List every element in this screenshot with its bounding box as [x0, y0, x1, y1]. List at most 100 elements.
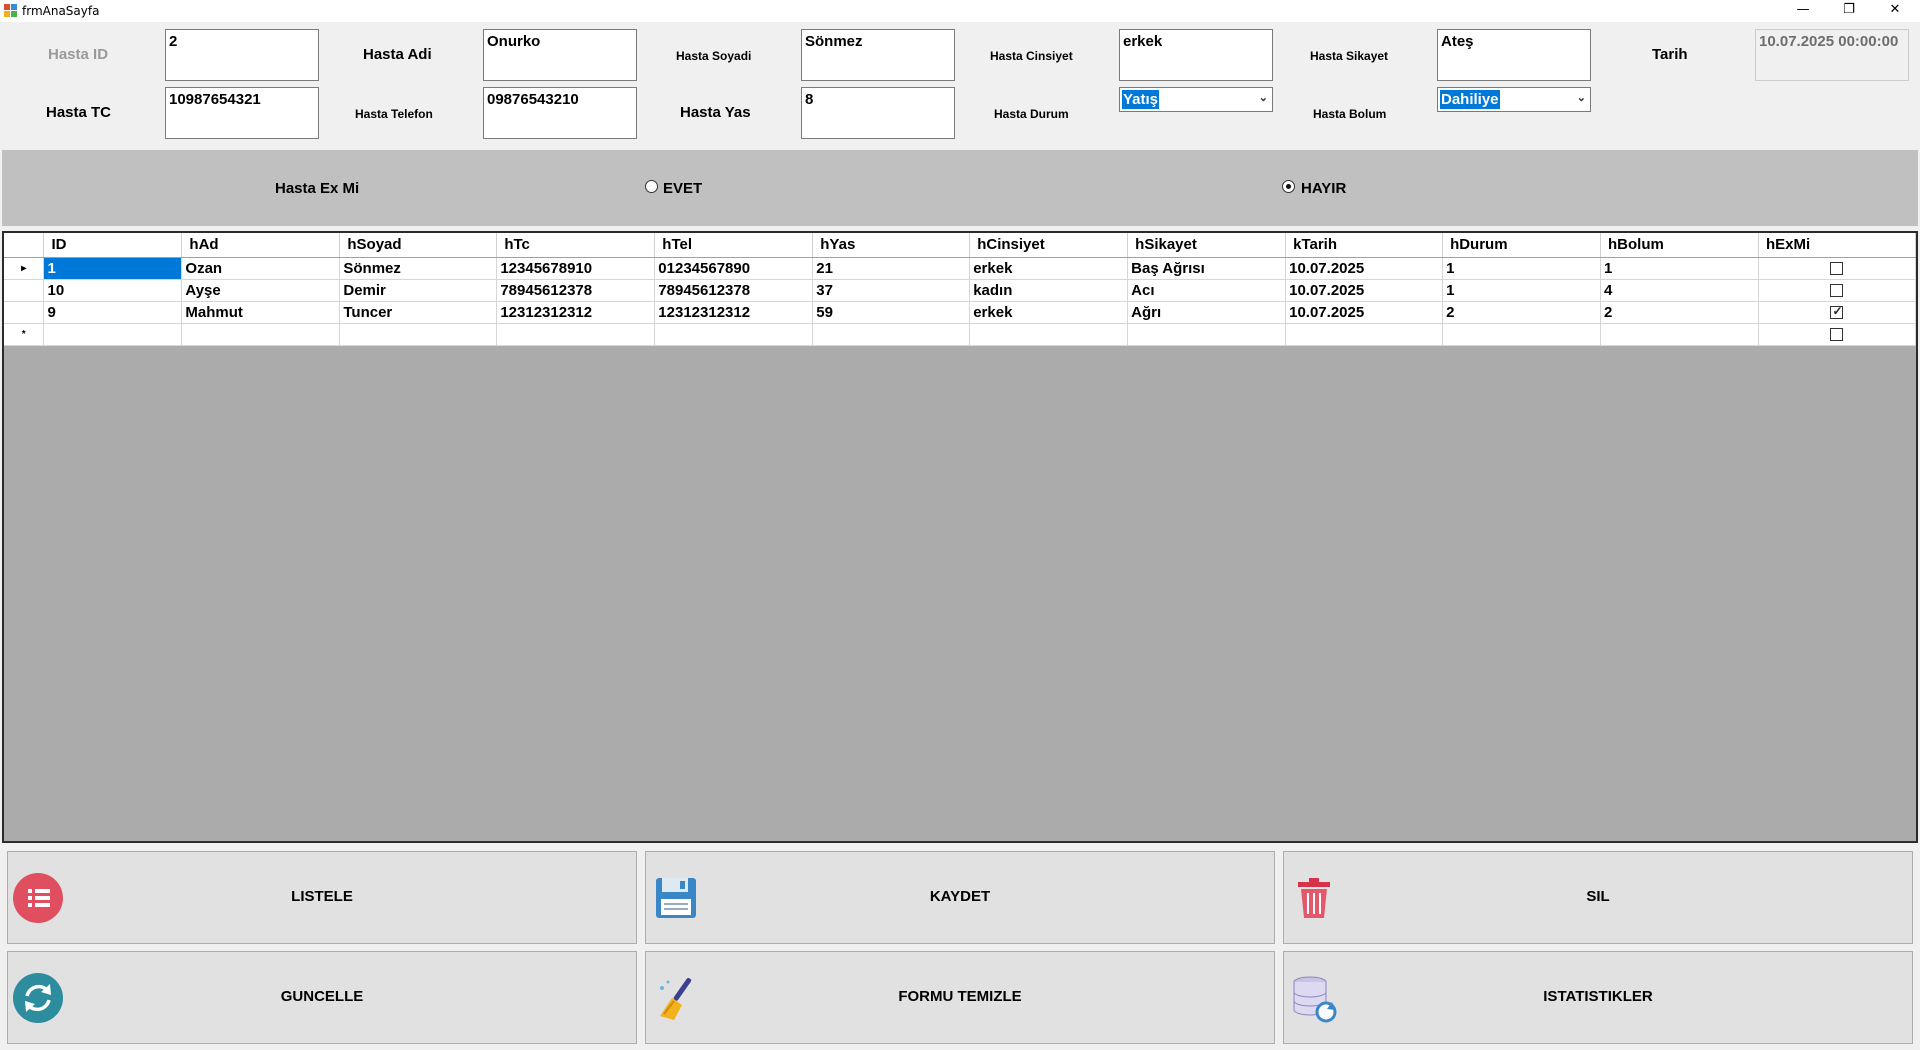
column-header-hsoyad[interactable]: hSoyad: [339, 233, 498, 258]
column-header-hsikayet[interactable]: hSikayet: [1127, 233, 1287, 258]
cell-hsoyad[interactable]: Demir: [339, 279, 498, 302]
cell-hyas[interactable]: 21: [812, 257, 971, 280]
cell-hsoyad[interactable]: Tuncer: [339, 301, 498, 324]
column-header-hdurum[interactable]: hDurum: [1442, 233, 1602, 258]
cell-id[interactable]: 1: [43, 257, 183, 280]
cell-had[interactable]: Ayşe: [181, 279, 341, 302]
hasta-sikayet-field[interactable]: Ateş: [1437, 29, 1591, 81]
new-cell-htc[interactable]: [496, 323, 656, 346]
hasta-cinsiyet-field[interactable]: erkek: [1119, 29, 1273, 81]
row-header[interactable]: ▸: [4, 257, 45, 280]
column-header-id[interactable]: ID: [43, 233, 183, 258]
cell-id[interactable]: 9: [43, 301, 183, 324]
patients-grid[interactable]: ID hAd hSoyad hTc hTel hYas hCinsiyet hSikayet k…: [2, 231, 1918, 843]
column-header-ktarih[interactable]: kTarih: [1285, 233, 1444, 258]
close-button[interactable]: ✕: [1872, 0, 1918, 22]
evet-radio-label[interactable]: EVET: [663, 180, 702, 197]
column-header-htc[interactable]: hTc: [496, 233, 656, 258]
new-cell-hsikayet[interactable]: [1127, 323, 1287, 346]
cell-hbolum[interactable]: 2: [1600, 301, 1759, 324]
ex-checkbox[interactable]: [1830, 328, 1844, 342]
cell-htel[interactable]: 78945612378: [654, 279, 814, 302]
tarih-field[interactable]: 10.07.2025 00:00:00: [1755, 29, 1909, 81]
new-cell-hdurum[interactable]: [1442, 323, 1602, 346]
cell-htc[interactable]: 12312312312: [496, 301, 656, 324]
cell-id[interactable]: 10: [43, 279, 183, 302]
hasta-bolum-value: Dahiliye: [1440, 90, 1500, 109]
cell-ktarih[interactable]: 10.07.2025: [1285, 279, 1444, 302]
hasta-telefon-field[interactable]: 09876543210: [483, 87, 637, 139]
cell-htel[interactable]: 12312312312: [654, 301, 814, 324]
ex-checkbox[interactable]: [1830, 284, 1844, 298]
cell-hbolum[interactable]: 4: [1600, 279, 1759, 302]
hasta-tc-field[interactable]: 10987654321: [165, 87, 319, 139]
cell-hyas[interactable]: 37: [812, 279, 971, 302]
new-cell-ktarih[interactable]: [1285, 323, 1444, 346]
restore-button[interactable]: ❐: [1826, 0, 1872, 22]
formu-temizle-button[interactable]: FORMU TEMIZLE: [645, 951, 1275, 1044]
cell-hcinsiyet[interactable]: erkek: [969, 257, 1129, 280]
cell-had[interactable]: Mahmut: [181, 301, 341, 324]
cell-htc[interactable]: 78945612378: [496, 279, 656, 302]
new-cell-had[interactable]: [181, 323, 341, 346]
cell-htc[interactable]: 12345678910: [496, 257, 656, 280]
hasta-yas-field[interactable]: 8: [801, 87, 955, 139]
cell-hcinsiyet[interactable]: kadın: [969, 279, 1129, 302]
label-hasta-cinsiyet: Hasta Cinsiyet: [990, 49, 1073, 63]
cell-ktarih[interactable]: 10.07.2025: [1285, 257, 1444, 280]
cell-hbolum[interactable]: 1: [1600, 257, 1759, 280]
new-cell-htel[interactable]: [654, 323, 814, 346]
minimize-button[interactable]: —: [1780, 0, 1826, 22]
chevron-down-icon[interactable]: ⌄: [1259, 91, 1268, 104]
hasta-adi-field[interactable]: Onurko: [483, 29, 637, 81]
column-header-hbolum[interactable]: hBolum: [1600, 233, 1759, 258]
column-header-hexmi[interactable]: hExMi: [1758, 233, 1917, 258]
hasta-soyadi-field[interactable]: Sönmez: [801, 29, 955, 81]
column-header-hcinsiyet[interactable]: hCinsiyet: [969, 233, 1129, 258]
row-header[interactable]: [4, 279, 45, 302]
table-row[interactable]: 10 Ayşe Demir 78945612378 78945612378 37 kadın…: [4, 279, 1917, 302]
istatistikler-button[interactable]: ISTATISTIKLER: [1283, 951, 1913, 1044]
column-header-htel[interactable]: hTel: [654, 233, 814, 258]
hasta-durum-select[interactable]: Yatış ⌄: [1119, 87, 1273, 112]
new-cell-hexmi[interactable]: [1758, 323, 1917, 346]
cell-hdurum[interactable]: 1: [1442, 279, 1602, 302]
cell-hexmi[interactable]: [1758, 279, 1917, 302]
hayir-radio-label[interactable]: HAYIR: [1301, 180, 1346, 197]
column-header-hyas[interactable]: hYas: [812, 233, 971, 258]
cell-hexmi[interactable]: [1758, 257, 1917, 280]
listele-button[interactable]: LISTELE: [7, 851, 637, 944]
guncelle-button[interactable]: GUNCELLE: [7, 951, 637, 1044]
table-row[interactable]: ▸ 1 Ozan Sönmez 12345678910 01234567890 21 erke…: [4, 257, 1917, 280]
column-header-had[interactable]: hAd: [181, 233, 341, 258]
cell-hsikayet[interactable]: Acı: [1127, 279, 1287, 302]
cell-hyas[interactable]: 59: [812, 301, 971, 324]
cell-hcinsiyet[interactable]: erkek: [969, 301, 1129, 324]
new-row[interactable]: *: [4, 323, 1917, 346]
cell-htel[interactable]: 01234567890: [654, 257, 814, 280]
evet-radio[interactable]: [645, 180, 658, 193]
new-cell-hyas[interactable]: [812, 323, 971, 346]
ex-checkbox[interactable]: [1830, 304, 1844, 320]
ex-checkbox[interactable]: [1830, 262, 1844, 276]
cell-hsikayet[interactable]: Ağrı: [1127, 301, 1287, 324]
cell-ktarih[interactable]: 10.07.2025: [1285, 301, 1444, 324]
new-cell-hcinsiyet[interactable]: [969, 323, 1129, 346]
hasta-id-field[interactable]: 2: [165, 29, 319, 81]
cell-had[interactable]: Ozan: [181, 257, 341, 280]
row-header[interactable]: [4, 301, 45, 324]
cell-hsikayet[interactable]: Baş Ağrısı: [1127, 257, 1287, 280]
cell-hdurum[interactable]: 2: [1442, 301, 1602, 324]
table-row[interactable]: 9 Mahmut Tuncer 12312312312 12312312312 59 erk…: [4, 301, 1917, 324]
hayir-radio[interactable]: [1282, 180, 1295, 193]
cell-hsoyad[interactable]: Sönmez: [339, 257, 498, 280]
new-cell-hbolum[interactable]: [1600, 323, 1759, 346]
new-cell-id[interactable]: [43, 323, 183, 346]
new-cell-hsoyad[interactable]: [339, 323, 498, 346]
hasta-bolum-select[interactable]: Dahiliye ⌄: [1437, 87, 1591, 112]
cell-hdurum[interactable]: 1: [1442, 257, 1602, 280]
chevron-down-icon[interactable]: ⌄: [1577, 91, 1586, 104]
sil-button[interactable]: SIL: [1283, 851, 1913, 944]
kaydet-button[interactable]: KAYDET: [645, 851, 1275, 944]
cell-hexmi[interactable]: [1758, 301, 1917, 324]
